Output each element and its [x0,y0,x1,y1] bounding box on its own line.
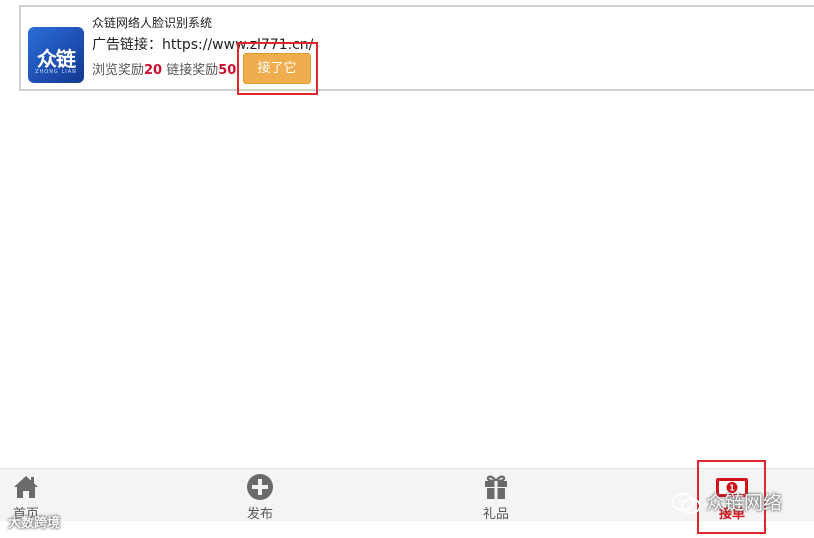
tab-home-label: 首页 [12,507,39,522]
ad-logo: 众链 ZHONG LIAN [28,27,84,83]
order-badge: 1 [729,484,735,493]
link-reward-value: 50 [218,63,237,78]
tab-order-label: 接单 [718,507,745,522]
gift-icon [485,475,507,499]
tab-gift-label: 礼品 [482,507,509,522]
ad-logo-text: 众链 [37,47,76,71]
tab-order[interactable]: 1 接单 [708,469,756,522]
tab-publish[interactable]: 发布 [238,469,282,522]
ad-title: 众链网络人脸识别系统 [92,16,213,30]
ad-card: 众链 ZHONG LIAN 众链网络人脸识别系统 广告链接：https://ww… [19,5,814,91]
ad-link-line: 广告链接：https://www.zl771.cn/ [92,34,313,54]
home-icon [14,476,38,498]
browse-reward-label: 浏览奖励 [92,63,145,78]
tab-home[interactable]: 首页 [4,469,48,522]
link-reward-label: 链接奖励 [166,63,219,78]
ad-logo-subtext: ZHONG LIAN [35,69,77,75]
browse-reward-value: 20 [144,63,163,78]
ad-link-url[interactable]: https://www.zl771.cn/ [162,37,313,53]
tab-publish-label: 发布 [246,507,273,522]
ad-reward-line: 浏览奖励20 链接奖励50 [92,59,236,78]
ad-link-label: 广告链接： [92,37,162,53]
bottom-tab-bar: 首页 发布 礼品 1 接单 [0,468,814,522]
accept-button[interactable]: 接了它 [243,53,311,84]
plus-circle-icon [247,474,273,500]
tab-gift[interactable]: 礼品 [474,469,518,522]
money-bill-icon: 1 [716,478,748,497]
